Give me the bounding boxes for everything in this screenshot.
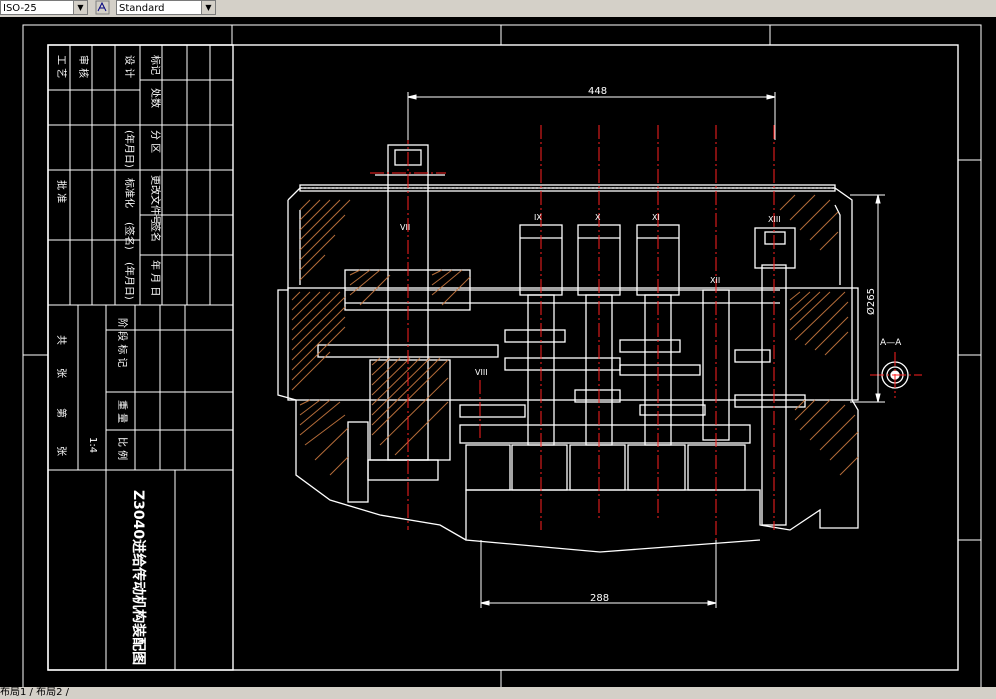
tb-sign-label: 签名 bbox=[149, 222, 162, 242]
shaft-label-ix: IX bbox=[534, 213, 542, 222]
shaft-label-xi: XI bbox=[652, 213, 660, 222]
shaft-label-vii: VII bbox=[400, 223, 410, 232]
status-bar: 布局1 / 布局2 / bbox=[0, 687, 996, 699]
shaft-label-x: X bbox=[595, 213, 601, 222]
chevron-down-icon[interactable]: ▼ bbox=[201, 1, 215, 14]
tb-stage-label: 阶 段 标 记 bbox=[116, 318, 129, 368]
layout-tabs[interactable]: 布局1 / 布局2 / bbox=[0, 687, 69, 699]
tb-sheets-label: 张 bbox=[55, 368, 67, 378]
tb-review-label: 审 核 bbox=[77, 55, 90, 78]
tb-count-label: 处数 bbox=[149, 88, 162, 108]
chevron-down-icon[interactable]: ▼ bbox=[73, 1, 87, 14]
tb-sheet-label: 张 bbox=[55, 446, 67, 456]
dim-right-265: Ø265 bbox=[865, 288, 877, 315]
tb-standard-label: 标准化 bbox=[123, 178, 136, 208]
tb-process-label: 工 艺 bbox=[55, 55, 67, 78]
shaft-label-xii: XII bbox=[710, 276, 720, 285]
toolbar: ISO-25 ▼ Standard ▼ bbox=[0, 0, 996, 18]
drawing-title: Z3040进给传动机构装配图 bbox=[130, 490, 147, 665]
tb-date-label: 年 月 日 bbox=[149, 260, 162, 296]
tb-weight-label: 重 量 bbox=[116, 400, 129, 423]
dimension-style-value: ISO-25 bbox=[3, 3, 37, 14]
tb-approve-label: 批 准 bbox=[55, 180, 68, 203]
dimension-style-select[interactable]: ISO-25 ▼ bbox=[0, 0, 88, 15]
tb-mark-label: 标记 bbox=[149, 55, 161, 75]
tb-total-label: 共 bbox=[55, 335, 67, 345]
tb-change-doc-label: 更改文件号 bbox=[149, 175, 162, 225]
shaft-label-viii: VIII bbox=[475, 368, 488, 377]
shaft-label-xiii: XIII bbox=[768, 215, 781, 224]
dim-top-448: 448 bbox=[588, 86, 607, 97]
text-style-icon[interactable] bbox=[95, 0, 110, 15]
tb-zone-label: 分 区 bbox=[149, 130, 161, 153]
tb-standard-sign: (签名) bbox=[123, 222, 136, 250]
dim-bottom-288: 288 bbox=[590, 593, 609, 604]
tb-design-date: (年月日) bbox=[123, 130, 136, 168]
tb-scale-value: 1:4 bbox=[87, 437, 98, 453]
tb-design-label: 设 计 bbox=[123, 55, 136, 78]
text-style-value: Standard bbox=[119, 3, 165, 14]
drawing-canvas[interactable]: 标记 处数 分 区 更改文件号 签名 年 月 日 设 计 (年月日) 标准化 (… bbox=[0, 17, 996, 691]
text-style-select[interactable]: Standard ▼ bbox=[116, 0, 216, 15]
tb-scale-label: 比 例 bbox=[116, 437, 129, 460]
tb-standard-date: (年月日) bbox=[123, 262, 136, 300]
cad-drawing: 标记 处数 分 区 更改文件号 签名 年 月 日 设 计 (年月日) 标准化 (… bbox=[22, 24, 982, 691]
tb-sheet-no-label: 第 bbox=[55, 408, 68, 418]
section-label: A—A bbox=[880, 338, 902, 348]
